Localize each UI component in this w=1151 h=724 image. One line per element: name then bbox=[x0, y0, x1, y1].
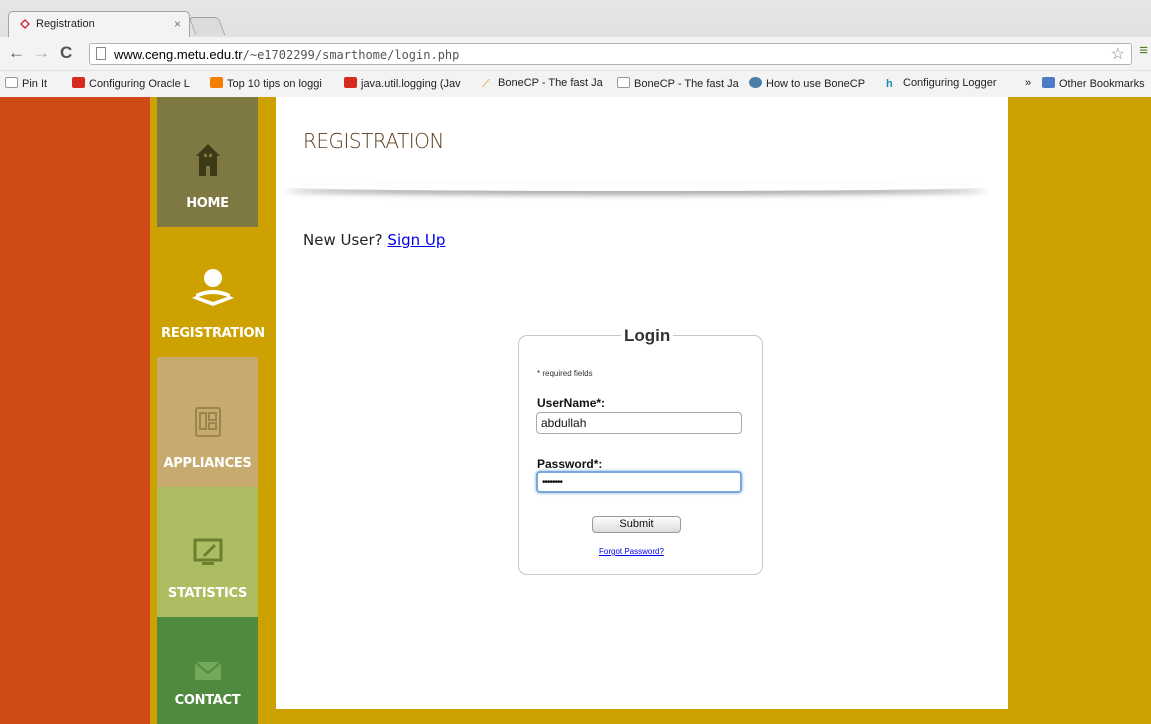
browser-toolbar: ← → C www.ceng.metu.edu.tr/~e1702299/sma… bbox=[0, 37, 1151, 70]
bookmark-label: Configuring Logger bbox=[903, 77, 997, 89]
new-user-prompt: New User? Sign Up bbox=[303, 231, 445, 249]
bookmarks-bar: Pin It Configuring Oracle L Top 10 tips … bbox=[0, 70, 1151, 97]
oracle-icon bbox=[72, 77, 85, 88]
back-arrow-icon[interactable]: ← bbox=[8, 43, 25, 63]
envelope-icon bbox=[193, 661, 222, 680]
house-icon bbox=[195, 144, 220, 176]
bone-icon: ⟋ bbox=[482, 78, 490, 89]
main-content: REGISTRATION New User? Sign Up Login * r… bbox=[276, 97, 1008, 709]
reload-icon[interactable]: C bbox=[60, 43, 72, 63]
nav-registration-label: REGISTRATION bbox=[161, 326, 265, 341]
close-tab-icon[interactable]: × bbox=[174, 17, 181, 31]
bookmark-item[interactable]: java.util.logging (Jav bbox=[344, 77, 474, 90]
bookmark-label: BoneCP - The fast Ja bbox=[634, 78, 739, 90]
bookmark-item[interactable]: How to use BoneCP bbox=[749, 77, 875, 90]
side-navigation: HOME REGISTRATION APPLIANCES STATISTICS … bbox=[150, 97, 276, 724]
address-bar[interactable]: www.ceng.metu.edu.tr/~e1702299/smarthome… bbox=[89, 43, 1132, 65]
wordpress-icon bbox=[749, 77, 762, 88]
other-bookmarks-folder[interactable]: Other Bookmarks bbox=[1042, 77, 1145, 90]
username-label: UserName*: bbox=[537, 396, 606, 410]
bookmark-item[interactable]: Top 10 tips on loggi bbox=[210, 77, 336, 90]
bookmark-item[interactable]: h Configuring Logger bbox=[886, 77, 1012, 89]
menu-icon[interactable]: ≡ bbox=[1139, 42, 1148, 59]
web-page: HOME REGISTRATION APPLIANCES STATISTICS … bbox=[0, 97, 1151, 724]
user-icon bbox=[192, 269, 234, 306]
blogger-icon bbox=[210, 77, 223, 88]
bookmark-star-icon[interactable]: ☆ bbox=[1111, 44, 1125, 64]
bookmark-item[interactable]: Pin It bbox=[5, 77, 47, 90]
nav-appliances[interactable]: APPLIANCES bbox=[157, 357, 258, 487]
password-input[interactable]: •••••••• bbox=[536, 471, 742, 493]
forgot-password-link[interactable]: Forgot Password? bbox=[599, 547, 664, 556]
browser-tab[interactable]: Registration × bbox=[8, 11, 190, 37]
bookmark-label: Other Bookmarks bbox=[1059, 78, 1145, 90]
bookmark-label: BoneCP - The fast Ja bbox=[498, 77, 603, 89]
sign-up-link[interactable]: Sign Up bbox=[387, 231, 445, 249]
required-fields-note: * required fields bbox=[537, 369, 593, 378]
nav-contact[interactable]: CONTACT bbox=[157, 617, 258, 724]
hn-icon: h bbox=[886, 78, 893, 89]
folder-icon bbox=[1042, 77, 1055, 88]
bookmark-label: java.util.logging (Jav bbox=[361, 78, 461, 90]
nav-home[interactable]: HOME bbox=[157, 97, 258, 227]
tab-title: Registration bbox=[36, 18, 95, 30]
oracle-icon bbox=[344, 77, 357, 88]
new-user-text: New User? bbox=[303, 231, 383, 249]
page-title: REGISTRATION bbox=[303, 129, 444, 153]
bookmark-label: How to use BoneCP bbox=[766, 78, 866, 90]
page-icon bbox=[96, 47, 106, 60]
url-host: www.ceng.metu.edu.tr bbox=[114, 47, 243, 62]
bookmark-label: Pin It bbox=[22, 78, 48, 90]
nav-statistics-label: STATISTICS bbox=[167, 586, 248, 601]
bookmark-item[interactable]: ⟋ BoneCP - The fast Ja bbox=[482, 77, 608, 89]
password-label: Password*: bbox=[537, 457, 603, 471]
username-input[interactable]: abdullah bbox=[536, 412, 742, 434]
nav-appliances-label: APPLIANCES bbox=[163, 456, 252, 471]
bookmarks-overflow-icon[interactable]: » bbox=[1025, 77, 1031, 89]
page-icon bbox=[617, 77, 630, 88]
bookmark-item[interactable]: Configuring Oracle L bbox=[72, 77, 198, 90]
page-icon bbox=[5, 77, 18, 88]
appliance-icon bbox=[194, 407, 221, 437]
nav-contact-label: CONTACT bbox=[174, 693, 241, 708]
new-tab-button[interactable] bbox=[188, 17, 226, 35]
nav-statistics[interactable]: STATISTICS bbox=[157, 487, 258, 617]
bookmark-item[interactable]: BoneCP - The fast Ja bbox=[617, 77, 741, 90]
login-form: Login * required fields UserName*: abdul… bbox=[518, 326, 763, 575]
left-decor-strip bbox=[0, 97, 150, 724]
bookmark-label: Top 10 tips on loggi bbox=[227, 78, 322, 90]
nav-registration[interactable]: REGISTRATION bbox=[150, 227, 276, 357]
nav-home-label: HOME bbox=[186, 196, 229, 211]
forward-arrow-icon[interactable]: → bbox=[33, 43, 50, 63]
browser-chrome: Registration × ← → C www.ceng.metu.edu.t… bbox=[0, 0, 1151, 97]
bookmark-label: Configuring Oracle L bbox=[89, 78, 190, 90]
url-path: /~e1702299/smarthome/login.php bbox=[242, 48, 460, 62]
submit-button[interactable]: Submit bbox=[592, 516, 681, 533]
login-legend: Login bbox=[621, 326, 674, 346]
url-text: www.ceng.metu.edu.tr/~e1702299/smarthome… bbox=[114, 47, 459, 62]
heading-divider bbox=[286, 183, 986, 191]
tab-strip: Registration × bbox=[0, 0, 1151, 37]
favicon-icon bbox=[20, 19, 30, 29]
monitor-icon bbox=[193, 538, 222, 565]
